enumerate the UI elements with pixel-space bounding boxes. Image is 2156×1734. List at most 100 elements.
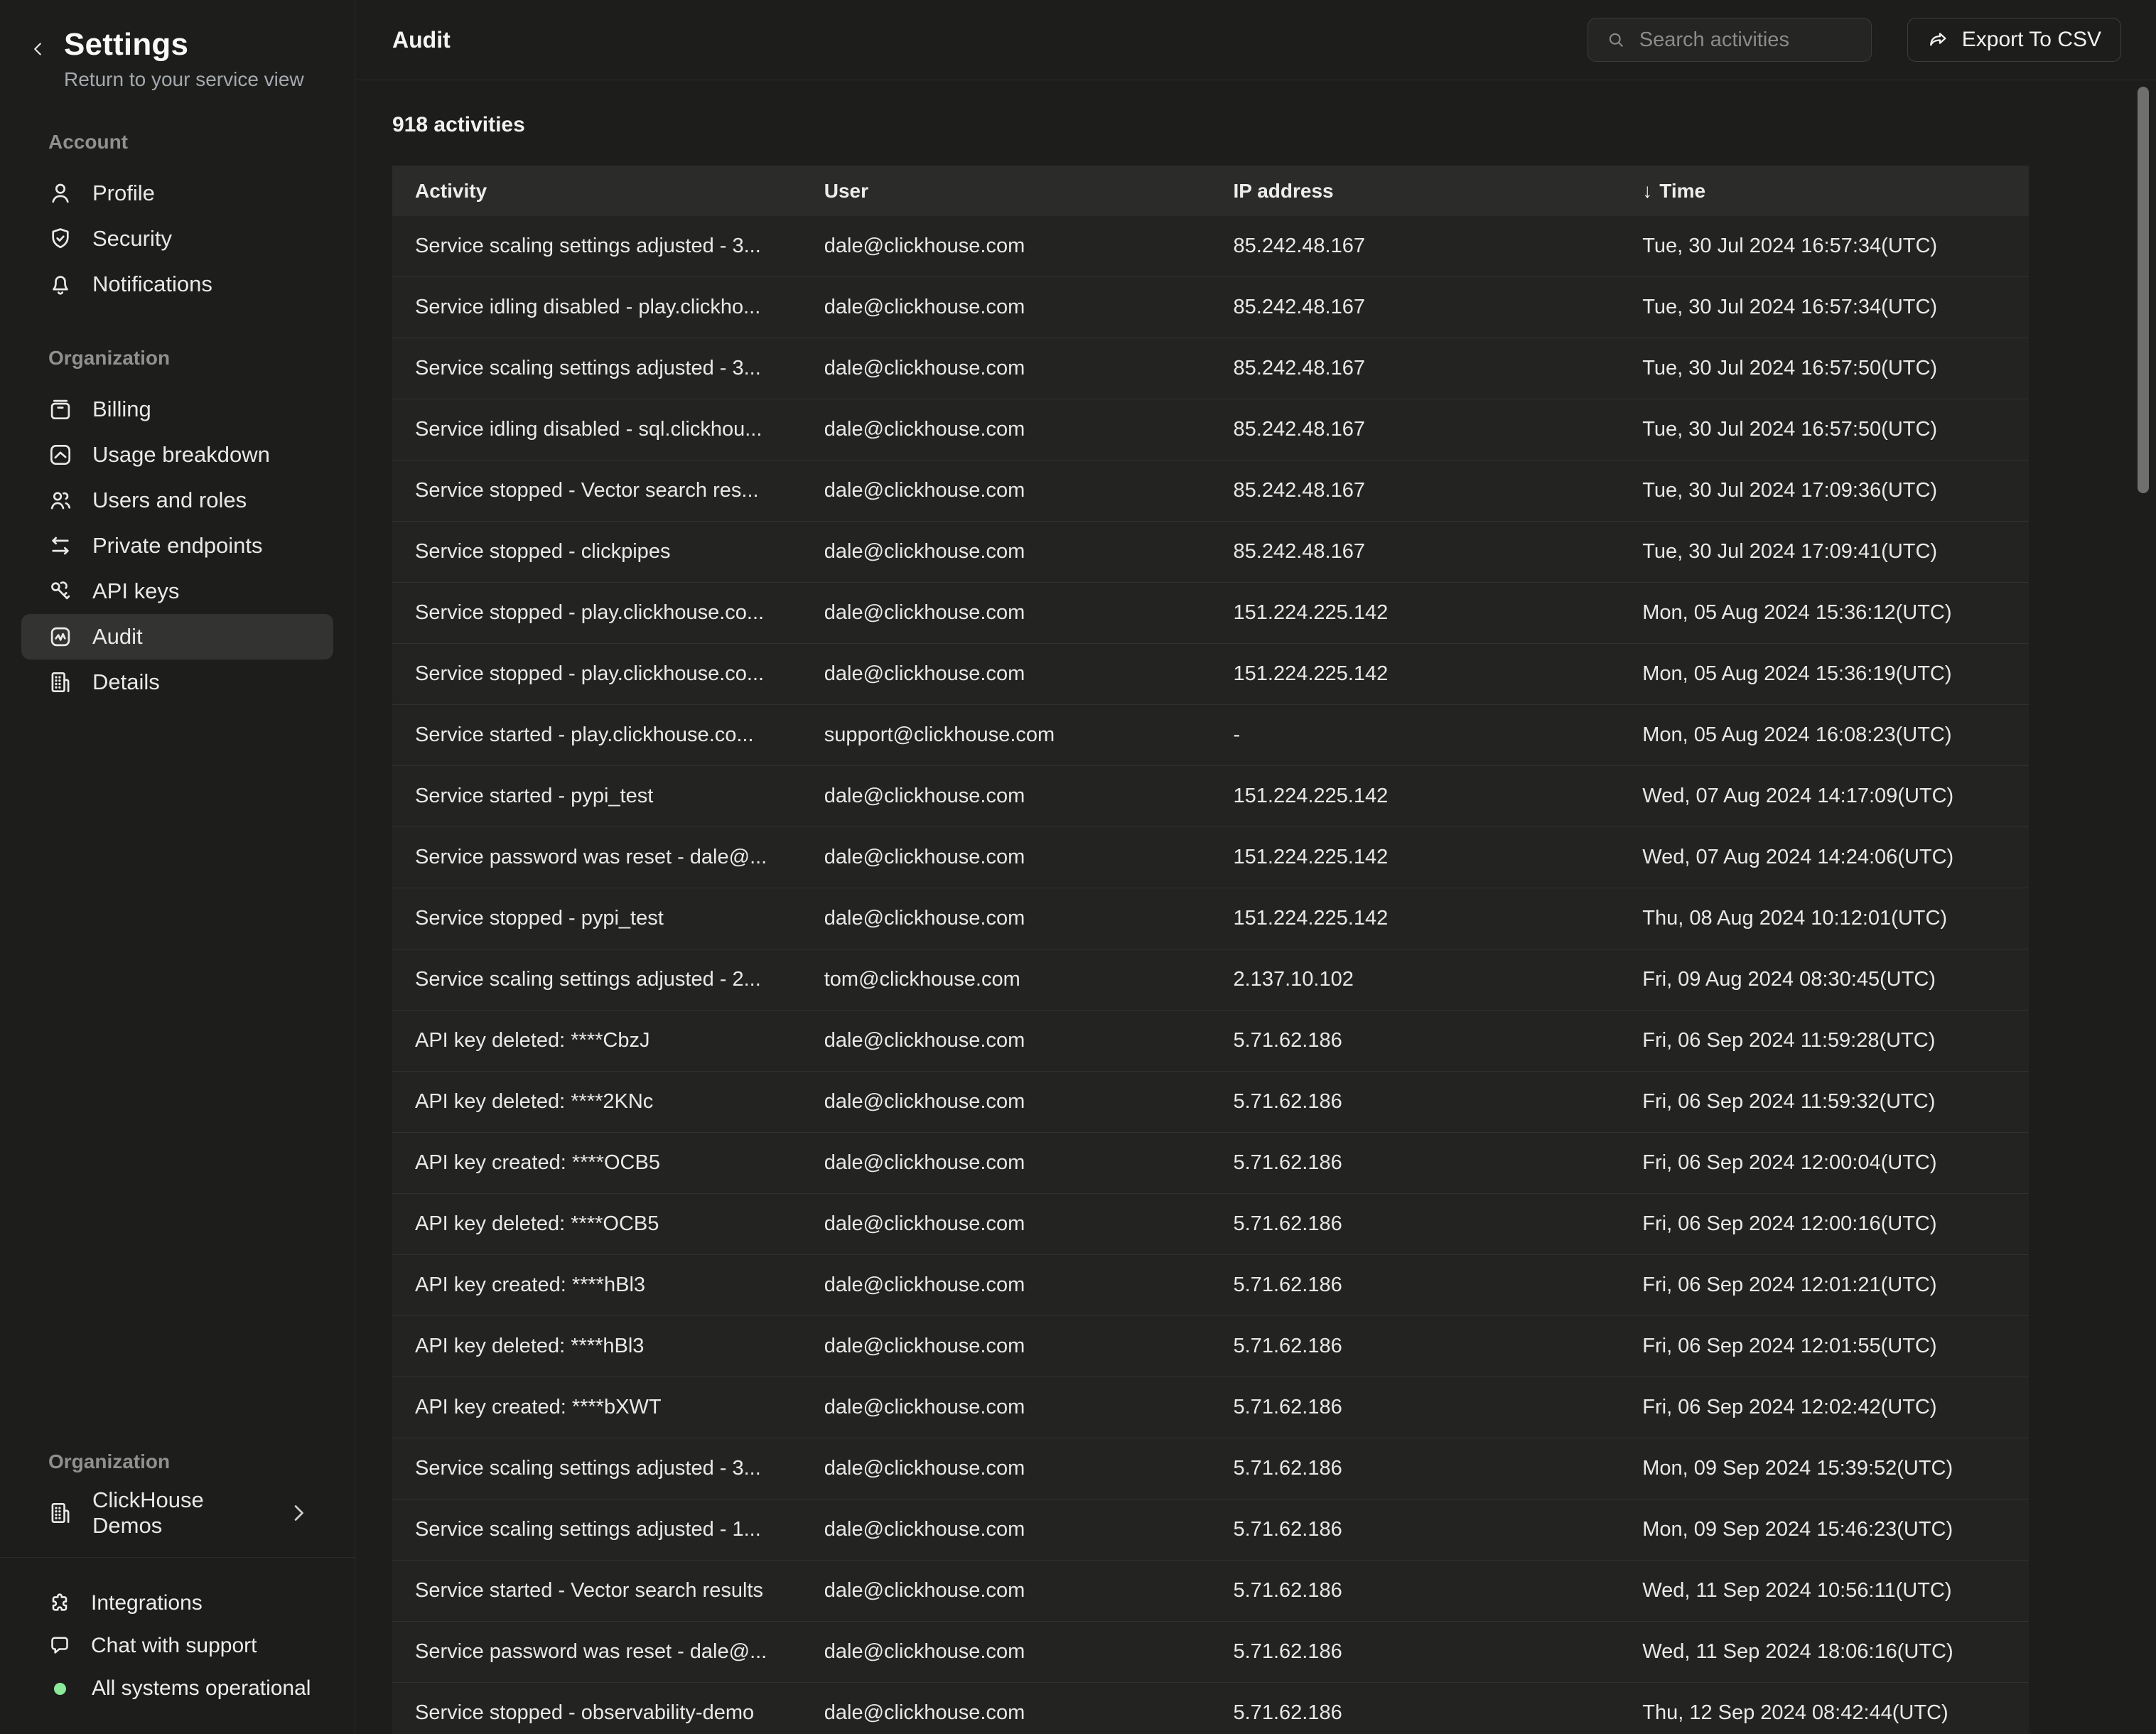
activities-count: 918 activities xyxy=(392,113,2029,137)
billing-icon xyxy=(47,396,74,423)
cell-time: Tue, 30 Jul 2024 16:57:34(UTC) xyxy=(1619,296,2029,319)
cell-activity: Service scaling settings adjusted - 3... xyxy=(392,1457,802,1480)
column-header-ip[interactable]: IP address xyxy=(1211,180,1620,203)
sidebar-item-label: Security xyxy=(92,226,172,252)
org-switcher-label: Organization xyxy=(0,1450,355,1473)
cell-ip: 5.71.62.186 xyxy=(1211,1029,1620,1052)
cell-ip: 85.242.48.167 xyxy=(1211,540,1620,564)
cell-activity: Service scaling settings adjusted - 1... xyxy=(392,1518,802,1541)
cell-time: Wed, 07 Aug 2024 14:24:06(UTC) xyxy=(1619,846,2029,869)
scrollbar-thumb[interactable] xyxy=(2138,87,2149,493)
usage-chart-icon xyxy=(47,441,74,468)
sidebar-item-notifications[interactable]: Notifications xyxy=(21,262,333,307)
cell-user: dale@clickhouse.com xyxy=(802,1396,1211,1419)
cell-user: dale@clickhouse.com xyxy=(802,1212,1211,1236)
export-csv-button[interactable]: Export To CSV xyxy=(1907,18,2121,62)
sidebar-item-label: API keys xyxy=(92,578,179,604)
cell-time: Mon, 05 Aug 2024 15:36:12(UTC) xyxy=(1619,601,2029,625)
sidebar-item-integrations[interactable]: Integrations xyxy=(21,1582,333,1625)
sidebar-item-usage-breakdown[interactable]: Usage breakdown xyxy=(21,432,333,478)
building-icon xyxy=(47,669,74,696)
search-input[interactable] xyxy=(1639,28,1854,52)
sidebar-header: Settings Return to your service view xyxy=(0,27,355,91)
chevron-left-icon xyxy=(27,38,48,60)
org-switcher[interactable]: ClickHouse Demos xyxy=(21,1490,333,1536)
sidebar-item-security[interactable]: Security xyxy=(21,216,333,262)
cell-activity: API key created: ****hBl3 xyxy=(392,1273,802,1297)
cell-time: Tue, 30 Jul 2024 16:57:34(UTC) xyxy=(1619,235,2029,258)
footer-item-label: Integrations xyxy=(91,1591,203,1615)
column-label: Activity xyxy=(415,180,487,203)
sidebar-item-audit[interactable]: Audit xyxy=(21,614,333,659)
puzzle-icon xyxy=(47,1590,72,1616)
sidebar-item-billing[interactable]: Billing xyxy=(21,387,333,432)
table-row: Service scaling settings adjusted - 3...… xyxy=(392,338,2029,399)
cell-activity: Service stopped - clickpipes xyxy=(392,540,802,564)
cell-user: dale@clickhouse.com xyxy=(802,1457,1211,1480)
cell-user: dale@clickhouse.com xyxy=(802,1273,1211,1297)
cell-ip: - xyxy=(1211,723,1620,747)
cell-ip: 151.224.225.142 xyxy=(1211,846,1620,869)
back-button[interactable] xyxy=(27,38,48,62)
sidebar-item-api-keys[interactable]: API keys xyxy=(21,569,333,614)
chat-bubble-icon xyxy=(47,1633,72,1659)
status-label: All systems operational xyxy=(92,1676,311,1701)
cell-ip: 5.71.62.186 xyxy=(1211,1335,1620,1358)
export-csv-label: Export To CSV xyxy=(1962,28,2101,52)
sidebar-title-block: Settings Return to your service view xyxy=(64,27,304,91)
arrows-left-right-icon xyxy=(47,532,74,559)
cell-user: dale@clickhouse.com xyxy=(802,296,1211,319)
table-row: Service stopped - pypi_test dale@clickho… xyxy=(392,888,2029,949)
cell-user: dale@clickhouse.com xyxy=(802,1640,1211,1664)
cell-user: dale@clickhouse.com xyxy=(802,846,1211,869)
section-label-account: Account xyxy=(0,131,355,154)
cell-time: Thu, 12 Sep 2024 08:42:44(UTC) xyxy=(1619,1701,2029,1725)
cell-activity: Service scaling settings adjusted - 2... xyxy=(392,968,802,991)
status-dot-green-icon xyxy=(54,1683,66,1695)
column-header-activity[interactable]: Activity xyxy=(392,180,802,203)
cell-time: Fri, 06 Sep 2024 12:01:21(UTC) xyxy=(1619,1273,2029,1297)
cell-time: Tue, 30 Jul 2024 17:09:36(UTC) xyxy=(1619,479,2029,502)
cell-activity: Service scaling settings adjusted - 3... xyxy=(392,357,802,380)
cell-activity: Service started - play.clickhouse.co... xyxy=(392,723,802,747)
cell-activity: Service stopped - play.clickhouse.co... xyxy=(392,662,802,686)
sidebar-item-private-endpoints[interactable]: Private endpoints xyxy=(21,523,333,569)
cell-activity: Service password was reset - dale@... xyxy=(392,1640,802,1664)
table-row: Service scaling settings adjusted - 1...… xyxy=(392,1499,2029,1561)
cell-activity: Service scaling settings adjusted - 3... xyxy=(392,235,802,258)
table-row: Service started - play.clickhouse.co... … xyxy=(392,705,2029,766)
sidebar-item-details[interactable]: Details xyxy=(21,659,333,705)
cell-ip: 85.242.48.167 xyxy=(1211,235,1620,258)
sidebar-item-chat-support[interactable]: Chat with support xyxy=(21,1625,333,1667)
cell-user: dale@clickhouse.com xyxy=(802,601,1211,625)
cell-activity: Service stopped - pypi_test xyxy=(392,907,802,930)
cell-time: Fri, 06 Sep 2024 12:00:16(UTC) xyxy=(1619,1212,2029,1236)
cell-activity: API key deleted: ****hBl3 xyxy=(392,1335,802,1358)
cell-user: dale@clickhouse.com xyxy=(802,1518,1211,1541)
table-row: Service stopped - Vector search res... d… xyxy=(392,461,2029,522)
sidebar-item-profile[interactable]: Profile xyxy=(21,171,333,216)
system-status[interactable]: All systems operational xyxy=(21,1667,333,1710)
column-header-user[interactable]: User xyxy=(802,180,1211,203)
cell-activity: Service password was reset - dale@... xyxy=(392,846,802,869)
sidebar-item-label: Audit xyxy=(92,624,143,650)
cell-user: dale@clickhouse.com xyxy=(802,1335,1211,1358)
sidebar-divider xyxy=(0,1557,355,1558)
section-label-organization: Organization xyxy=(0,347,355,370)
cell-ip: 85.242.48.167 xyxy=(1211,479,1620,502)
sidebar-item-users-and-roles[interactable]: Users and roles xyxy=(21,478,333,523)
cell-user: dale@clickhouse.com xyxy=(802,662,1211,686)
column-header-time[interactable]: ↓ Time xyxy=(1619,180,2029,203)
table-row: Service scaling settings adjusted - 3...… xyxy=(392,216,2029,277)
cell-time: Fri, 06 Sep 2024 12:00:04(UTC) xyxy=(1619,1151,2029,1175)
cell-time: Fri, 06 Sep 2024 12:01:55(UTC) xyxy=(1619,1335,2029,1358)
cell-time: Mon, 09 Sep 2024 15:46:23(UTC) xyxy=(1619,1518,2029,1541)
cell-ip: 85.242.48.167 xyxy=(1211,357,1620,380)
cell-user: dale@clickhouse.com xyxy=(802,1579,1211,1603)
cell-ip: 5.71.62.186 xyxy=(1211,1457,1620,1480)
column-label: Time xyxy=(1659,180,1705,203)
cell-ip: 5.71.62.186 xyxy=(1211,1273,1620,1297)
sidebar-item-label: Usage breakdown xyxy=(92,442,270,468)
cell-activity: Service started - Vector search results xyxy=(392,1579,802,1603)
table-header-row: Activity User IP address ↓ Time xyxy=(392,166,2029,216)
